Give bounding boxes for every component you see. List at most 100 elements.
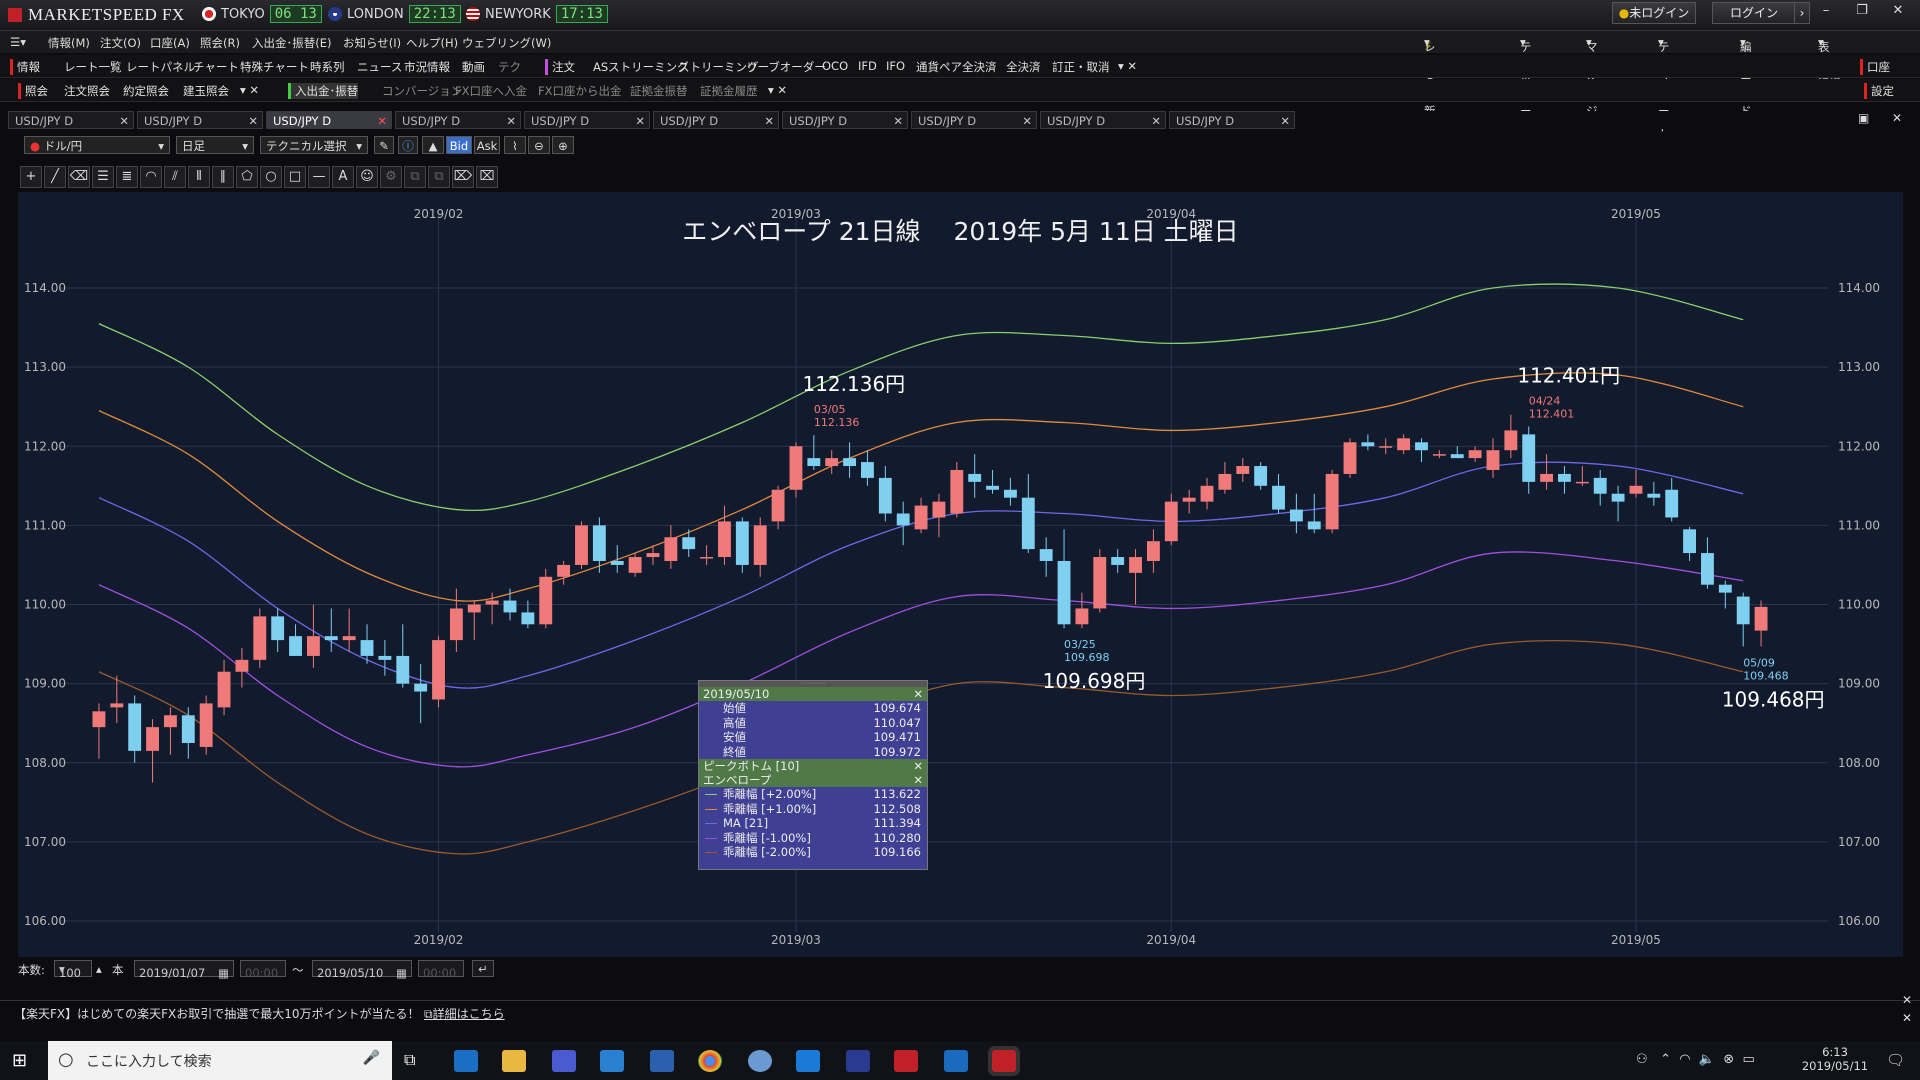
zoom-in-icon[interactable]: ⊕ <box>552 136 574 154</box>
close-icon[interactable]: ✕ <box>913 687 923 701</box>
eraser-icon[interactable]: ⌫ <box>68 166 90 188</box>
toolbar-item[interactable]: 動画 <box>462 59 485 75</box>
toolbar-item[interactable]: 証拠金履歴 <box>700 83 758 99</box>
chevron-down-icon[interactable]: ▾ ✕ <box>768 83 787 97</box>
ie-icon[interactable] <box>454 1050 478 1072</box>
crosshair-icon[interactable]: + <box>20 166 42 188</box>
chevron-down-icon[interactable]: ▾ ✕ <box>240 83 259 97</box>
toolbar-item[interactable]: 時系列 <box>310 59 345 75</box>
marketspeed-fx-icon[interactable] <box>992 1050 1016 1072</box>
to-time-input[interactable]: 00:00 <box>418 960 464 980</box>
copy-icon[interactable]: ⧉ <box>404 166 426 188</box>
currency-pair-select[interactable]: ● ドル/円 ▾ <box>24 136 170 154</box>
close-icon[interactable]: ✕ <box>1280 112 1290 130</box>
erase-all-icon[interactable]: ⌧ <box>476 166 498 188</box>
bid-toggle[interactable]: Bid <box>446 136 472 154</box>
toolbar-item[interactable]: IFD <box>858 59 877 73</box>
toolbar-item[interactable]: レート一覧 <box>64 59 122 75</box>
chart-area[interactable]: 114.00 114.00 113.00 113.00 112.00 112.00 111.… <box>18 192 1903 957</box>
close-icon[interactable]: ✕ <box>764 112 774 130</box>
toolbar-item[interactable]: テク <box>498 59 521 75</box>
outlook-icon[interactable] <box>944 1050 968 1072</box>
notification-icon[interactable]: 🗨 <box>1886 1051 1905 1069</box>
area-chart-icon[interactable]: ▲ <box>422 136 444 154</box>
close-icon[interactable]: ✕ <box>377 112 387 130</box>
app-icon[interactable] <box>846 1050 870 1072</box>
edit-mode-button[interactable]: 編集モード▾ <box>1740 35 1752 118</box>
icon-stamp-icon[interactable]: ☺ <box>356 166 378 188</box>
toolbar-item[interactable]: 建玉照会 <box>183 83 229 99</box>
horizontal-lines-icon[interactable]: ☰ <box>92 166 114 188</box>
rate-update-button[interactable]: ⚡レート更新▾ <box>1424 35 1436 118</box>
ohlc-info-panel[interactable]: ⋯⋯⋯⋯ 2019/05/10 ✕ 始値 109.674 高値 110.047 安値 1… <box>698 680 928 870</box>
promo-link[interactable]: ⧉詳細はこちら <box>424 1005 505 1022</box>
close-icon[interactable]: ✕ <box>635 112 645 130</box>
technical-select[interactable]: テクニカル選択 ▾ <box>260 136 368 154</box>
ticker-button[interactable]: ティッカー▾ <box>1520 35 1532 118</box>
close-icon[interactable]: ✕ <box>506 112 516 130</box>
microphone-icon[interactable]: 🎤 <box>363 1050 380 1066</box>
menu-hamburger-icon[interactable]: ☰▾ <box>10 35 26 49</box>
horizontal-line-icon[interactable]: — <box>308 166 330 188</box>
taskbar-clock[interactable]: 6:13 2019/05/11 <box>1798 1045 1872 1073</box>
menu-notice[interactable]: お知らせ(I) <box>343 35 401 51</box>
close-icon[interactable]: ✕ <box>1022 112 1032 130</box>
toolbar-item[interactable]: 注文照会 <box>64 83 110 99</box>
menu-info[interactable]: 情報(M) <box>48 35 90 51</box>
tab-chart-active[interactable]: USD/JPY D ✕ <box>266 111 392 129</box>
menu-webring[interactable]: ウェブリング(W) <box>462 35 551 51</box>
toolbar-item[interactable]: 通貨ペア全決済 <box>916 59 997 75</box>
fan-icon[interactable]: ⫽ <box>164 166 186 188</box>
toolbar-item[interactable]: ASストリーミング <box>593 59 689 75</box>
toolbar-group-settings[interactable]: 設定 <box>1864 83 1894 99</box>
tab-chart[interactable]: USD/JPY D ✕ <box>1169 111 1295 129</box>
close-icon[interactable]: ✕ <box>913 759 923 773</box>
text-icon[interactable]: A <box>332 166 354 188</box>
close-chart-icon[interactable]: ✕ <box>1892 111 1902 125</box>
toolbar-item[interactable]: IFO <box>886 59 905 73</box>
windows-start-icon[interactable]: ⊞ <box>12 1050 27 1071</box>
word-icon[interactable] <box>650 1050 674 1072</box>
wifi-icon[interactable]: ◠ <box>1679 1052 1690 1067</box>
close-icon[interactable]: ✕ <box>893 112 903 130</box>
toolbar-item[interactable]: 約定照会 <box>123 83 169 99</box>
toolbar-item[interactable]: ニュース <box>357 59 402 75</box>
taskbar-search[interactable]: ○ ここに入力して検索 🎤 <box>48 1041 392 1080</box>
line-icon[interactable]: ╱ <box>44 166 66 188</box>
toolbar-item[interactable]: チャート <box>193 59 239 75</box>
toolbar-item[interactable]: レートパネル <box>126 59 195 75</box>
circle-icon[interactable]: ○ <box>260 166 282 188</box>
tab-chart[interactable]: USD/JPY D ✕ <box>1040 111 1166 129</box>
menu-help[interactable]: ヘルプ(H) <box>406 35 458 51</box>
arc-icon[interactable]: ◠ <box>140 166 162 188</box>
close-icon[interactable]: ✕ <box>913 773 923 787</box>
people-icon[interactable]: ⚇ <box>1636 1052 1648 1067</box>
calendar-icon[interactable]: ▦ <box>218 965 229 982</box>
task-view-icon[interactable]: ⧉ <box>404 1050 428 1072</box>
toolbar-item[interactable]: OCO <box>822 59 848 73</box>
menu-account[interactable]: 口座(A) <box>150 35 190 51</box>
tab-chart[interactable]: USD/JPY D ✕ <box>524 111 650 129</box>
toolbar-group-transfer[interactable]: 入出金･振替 <box>288 83 359 99</box>
app-icon[interactable] <box>748 1050 772 1072</box>
close-icon[interactable]: ✕ <box>1902 993 1912 1007</box>
login-status[interactable]: ●未ログイン <box>1612 2 1696 24</box>
count-up-icon[interactable]: ▴ <box>96 962 102 976</box>
to-date-input[interactable]: 2019/05/10 ▦ <box>312 960 412 980</box>
file-explorer-icon[interactable] <box>502 1050 526 1072</box>
toolbar-item[interactable]: 証拠金振替 <box>630 83 688 99</box>
paste-icon[interactable]: ⧉ <box>428 166 450 188</box>
candlestick-chart[interactable]: 114.00 114.00 113.00 113.00 112.00 112.00 111.… <box>18 192 1903 957</box>
fibonacci-icon[interactable]: ≣ <box>116 166 138 188</box>
edge-icon[interactable] <box>796 1050 820 1072</box>
toolbar-group-account[interactable]: 口座 <box>1860 59 1890 75</box>
volume-icon[interactable]: 🔈 <box>1699 1052 1715 1067</box>
vertical-lines-icon[interactable]: ⦀ <box>188 166 210 188</box>
toolbar-item[interactable]: FX口座から出金 <box>538 83 622 99</box>
count-select[interactable]: 100 ▾ <box>54 960 92 980</box>
zoom-out-icon[interactable]: ⊖ <box>528 136 550 154</box>
parallel-lines-icon[interactable]: ∥ <box>212 166 234 188</box>
toolbar-item[interactable]: 全決済 <box>1006 59 1041 75</box>
settings-icon[interactable]: ⚙ <box>380 166 402 188</box>
info-icon[interactable]: ⓘ <box>398 136 418 154</box>
